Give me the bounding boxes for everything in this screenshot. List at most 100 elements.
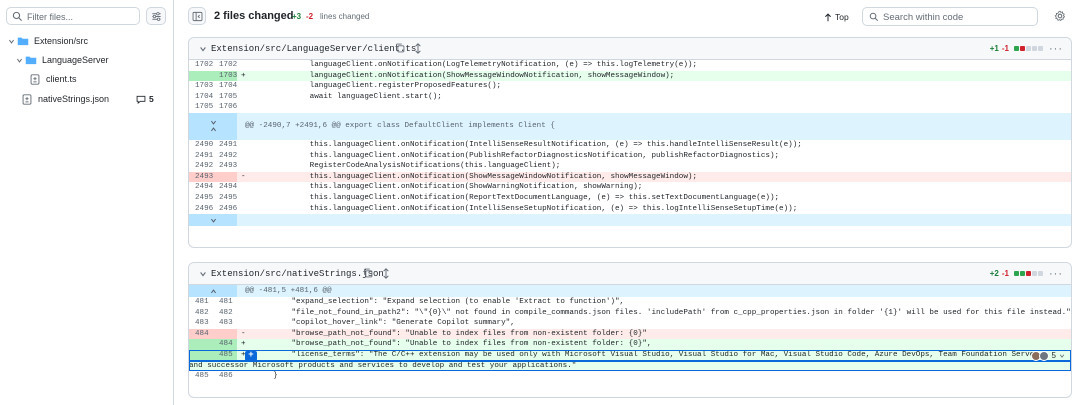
- added-line[interactable]: 1703 + languageClient.onNotification(Show…: [189, 70, 1071, 82]
- diff-sign: [237, 371, 251, 382]
- diff-sign: -: [241, 172, 246, 181]
- new-line-number[interactable]: 481: [213, 297, 237, 308]
- diff-sign: [237, 140, 251, 151]
- old-line-number[interactable]: [189, 70, 213, 82]
- new-line-number[interactable]: 2494: [213, 182, 237, 193]
- old-line-number[interactable]: 481: [189, 297, 213, 308]
- expand-down-icon[interactable]: [210, 217, 217, 224]
- context-line[interactable]: 1705 1706: [189, 102, 1071, 113]
- tree-folder-languageserver[interactable]: LanguageServer: [14, 52, 109, 68]
- context-line[interactable]: 1703 1704 languageClient.registerProposed…: [189, 81, 1071, 92]
- copy-icon[interactable]: [363, 268, 373, 278]
- expand-down-control[interactable]: [189, 214, 237, 227]
- file-path: Extension/src/nativeStrings.json: [211, 269, 384, 279]
- added-line[interactable]: 485 + "license_terms": "The C/C++ extensi…: [189, 349, 1071, 362]
- tree-folder-extension-src[interactable]: Extension/src: [6, 33, 88, 49]
- context-line[interactable]: 483 483 "copilot_hover_link": "Generate C…: [189, 318, 1071, 329]
- context-line[interactable]: 2491 2492 this.languageClient.onNotificat…: [189, 151, 1071, 162]
- gear-icon[interactable]: [1054, 10, 1066, 22]
- old-line-number[interactable]: 1702: [189, 60, 213, 71]
- context-line[interactable]: 2496 2496 this.languageClient.onNotificat…: [189, 204, 1071, 215]
- new-line-number[interactable]: 1705: [213, 92, 237, 103]
- file-stats: +1 -1: [990, 44, 1043, 53]
- old-line-number[interactable]: 485: [189, 371, 213, 382]
- context-line[interactable]: 485 486 }: [189, 371, 1071, 382]
- new-line-number[interactable]: 1704: [213, 81, 237, 92]
- more-options-icon[interactable]: ···: [1049, 43, 1063, 55]
- chevron-down-icon[interactable]: [1059, 353, 1065, 359]
- context-line[interactable]: 481 481 "expand_selection": "Expand selec…: [189, 297, 1071, 308]
- context-line[interactable]: 2490 2491 this.languageClient.onNotificat…: [189, 140, 1071, 151]
- context-line[interactable]: 1704 1705 await languageClient.start();: [189, 92, 1071, 103]
- new-line-number[interactable]: 484: [213, 339, 237, 350]
- chevron-down-icon[interactable]: [199, 270, 207, 278]
- expand-all-icon[interactable]: [413, 43, 423, 54]
- new-line-number[interactable]: 482: [213, 308, 237, 319]
- old-line-number[interactable]: 1703: [189, 81, 213, 92]
- toggle-sidebar-button[interactable]: [188, 7, 206, 25]
- tree-item-label: LanguageServer: [42, 55, 109, 65]
- diff-rows: 1702 1702 languageClient.onNotification(L…: [189, 60, 1071, 227]
- old-line-number[interactable]: 1704: [189, 92, 213, 103]
- old-line-number[interactable]: 2495: [189, 193, 213, 204]
- diff-sign: +: [241, 71, 246, 80]
- search-within-code-input[interactable]: Search within code: [862, 7, 1038, 26]
- diff-sign: -: [241, 329, 246, 338]
- context-line[interactable]: 1702 1702 languageClient.onNotification(L…: [189, 60, 1071, 71]
- tree-file-client-ts[interactable]: client.ts: [28, 71, 77, 87]
- new-line-number[interactable]: 1703: [213, 70, 237, 82]
- added-line[interactable]: 484 + "browse_path_not_found": "Unable to…: [189, 339, 1071, 350]
- new-line-number[interactable]: [213, 328, 237, 340]
- expand-up-icon[interactable]: [210, 126, 217, 133]
- context-line[interactable]: 2494 2494 this.languageClient.onNotificat…: [189, 182, 1071, 193]
- expand-up-icon[interactable]: [210, 288, 217, 295]
- code-line: this.languageClient.onNotification(Intel…: [255, 204, 798, 213]
- new-line-number[interactable]: 486: [213, 371, 237, 382]
- new-line-number[interactable]: 1706: [213, 102, 237, 113]
- new-line-number[interactable]: [213, 171, 237, 183]
- expand-all-icon[interactable]: [381, 268, 391, 279]
- context-line[interactable]: 2495 2495 this.languageClient.onNotificat…: [189, 193, 1071, 204]
- expand-below-row[interactable]: [189, 214, 1071, 227]
- old-line-number[interactable]: 483: [189, 318, 213, 329]
- copy-icon[interactable]: [395, 43, 405, 53]
- old-line-number[interactable]: 482: [189, 308, 213, 319]
- old-line-number[interactable]: 2492: [189, 161, 213, 172]
- more-options-icon[interactable]: ···: [1049, 268, 1063, 280]
- new-line-number[interactable]: 2496: [213, 204, 237, 215]
- new-line-number[interactable]: 1702: [213, 60, 237, 71]
- old-line-number[interactable]: 1705: [189, 102, 213, 113]
- code-line: RegisterCodeAnalysisNotifications(this.l…: [255, 162, 561, 171]
- new-line-number[interactable]: 2495: [213, 193, 237, 204]
- new-line-number[interactable]: 2491: [213, 140, 237, 151]
- add-comment-button[interactable]: +: [245, 350, 257, 361]
- expand-hunk-control[interactable]: [189, 112, 237, 140]
- old-line-number[interactable]: 2491: [189, 151, 213, 162]
- old-line-number[interactable]: 2490: [189, 140, 213, 151]
- deleted-line[interactable]: 2493 - this.languageClient.onNotification…: [189, 171, 1071, 183]
- filter-files-input[interactable]: Filter files...: [6, 7, 140, 25]
- file-deletions: -1: [1001, 44, 1009, 53]
- context-line[interactable]: 482 482 "file_not_found_in_path2": "\"{0}…: [189, 308, 1071, 319]
- code-line: }: [255, 372, 278, 381]
- filter-options-button[interactable]: [146, 7, 166, 25]
- tree-file-nativestrings-json[interactable]: nativeStrings.json 5: [20, 91, 170, 107]
- context-line[interactable]: 2492 2493 RegisterCodeAnalysisNotificatio…: [189, 161, 1071, 172]
- old-line-number[interactable]: [189, 349, 213, 361]
- old-line-number[interactable]: [189, 339, 213, 350]
- new-line-number[interactable]: 2492: [213, 151, 237, 162]
- old-line-number[interactable]: 2496: [189, 204, 213, 215]
- new-line-number[interactable]: 485: [213, 349, 237, 361]
- old-line-number[interactable]: 2493: [189, 171, 213, 183]
- file-tree-sidebar: Filter files... Extension/src LanguageSe…: [0, 0, 174, 405]
- old-line-number[interactable]: 484: [189, 328, 213, 340]
- new-line-number[interactable]: 483: [213, 318, 237, 329]
- old-line-number[interactable]: 2494: [189, 182, 213, 193]
- expand-hunk-control[interactable]: [189, 285, 237, 297]
- deleted-line[interactable]: 484 - "browse_path_not_found": "Unable to…: [189, 328, 1071, 340]
- added-line[interactable]: and successor Microsoft products and ser…: [189, 360, 1071, 372]
- chevron-down-icon[interactable]: [199, 45, 207, 53]
- top-link[interactable]: Top: [824, 12, 849, 22]
- new-line-number[interactable]: 2493: [213, 161, 237, 172]
- expand-down-icon[interactable]: [210, 119, 217, 126]
